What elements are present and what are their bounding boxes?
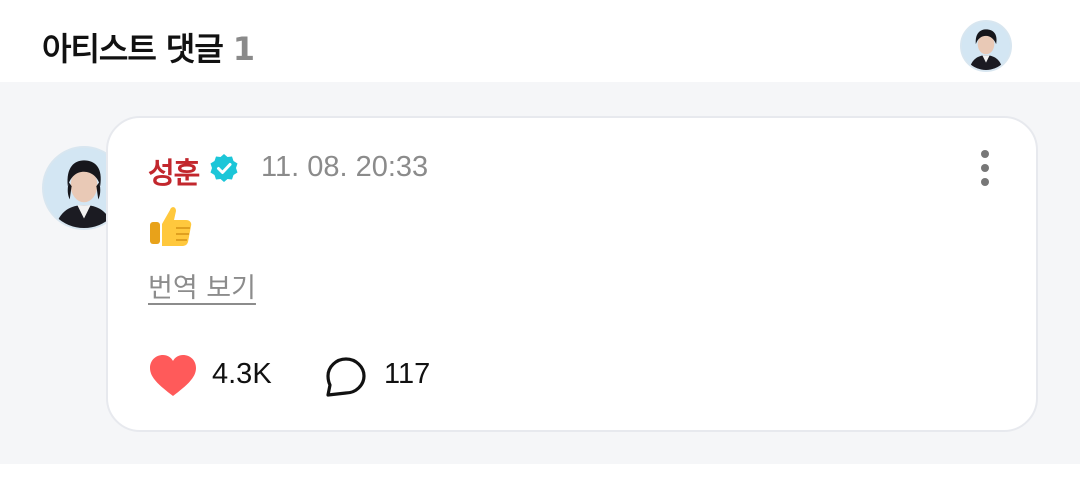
thumbs-up-emoji — [150, 207, 192, 246]
more-options-button[interactable] — [970, 150, 1000, 186]
comment-card: 성훈 11. 08. 20:33 번역 보기 4.3K 117 — [106, 116, 1038, 432]
artist-avatar-icon — [962, 22, 1010, 70]
reply-count: 117 — [384, 358, 431, 390]
translate-link[interactable]: 번역 보기 — [148, 266, 256, 305]
comment-timestamp: 11. 08. 20:33 — [261, 151, 429, 183]
author-name[interactable]: 성훈 — [148, 150, 200, 192]
header: 아티스트 댓글 1 — [0, 0, 1080, 82]
page-title: 아티스트 댓글 1 — [42, 24, 255, 70]
comment-count-badge: 1 — [232, 30, 256, 68]
verified-badge-icon — [210, 154, 238, 182]
more-vertical-icon — [981, 150, 989, 158]
heart-icon[interactable] — [148, 354, 198, 398]
header-avatar[interactable] — [960, 20, 1012, 72]
like-count: 4.3K — [212, 358, 272, 390]
page-title-text: 아티스트 댓글 — [42, 30, 224, 68]
comment-bubble-icon[interactable] — [324, 356, 368, 398]
